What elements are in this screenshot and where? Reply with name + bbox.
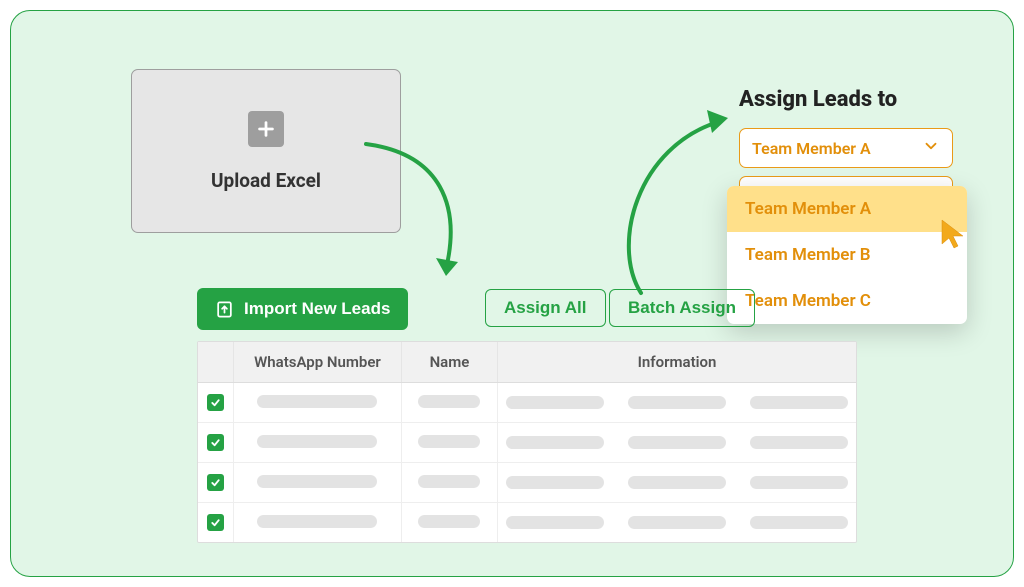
placeholder-pill	[418, 475, 480, 488]
table-header-whatsapp: WhatsApp Number	[234, 342, 402, 383]
assign-leads-title: Assign Leads to	[739, 87, 897, 112]
dropdown-option-c[interactable]: Team Member C	[727, 278, 967, 324]
upload-excel-dropzone[interactable]: Upload Excel	[131, 69, 401, 233]
info-cell	[506, 436, 848, 449]
placeholder-pill	[506, 436, 604, 449]
table-header-information: Information	[498, 342, 857, 383]
upload-label: Upload Excel	[211, 169, 321, 192]
table-row	[198, 503, 856, 543]
dropdown-option-a[interactable]: Team Member A	[727, 186, 967, 232]
assign-all-button[interactable]: Assign All	[485, 289, 606, 327]
placeholder-pill	[257, 435, 377, 448]
leads-table: WhatsApp Number Name Information	[197, 341, 857, 543]
info-cell	[506, 516, 848, 529]
placeholder-pill	[750, 436, 848, 449]
placeholder-pill	[418, 435, 480, 448]
assign-select-value: Team Member A	[752, 139, 871, 158]
import-button-label: Import New Leads	[244, 299, 390, 319]
placeholder-pill	[628, 516, 726, 529]
placeholder-pill	[257, 475, 377, 488]
placeholder-pill	[418, 515, 480, 528]
upload-file-icon	[215, 300, 234, 319]
placeholder-pill	[506, 516, 604, 529]
placeholder-pill	[257, 515, 377, 528]
plus-icon	[248, 111, 284, 147]
placeholder-pill	[628, 476, 726, 489]
placeholder-pill	[750, 516, 848, 529]
placeholder-pill	[506, 476, 604, 489]
placeholder-pill	[628, 396, 726, 409]
table-row	[198, 423, 856, 463]
info-cell	[506, 476, 848, 489]
table-header-checkbox	[198, 342, 234, 383]
placeholder-pill	[750, 476, 848, 489]
app-canvas: Upload Excel Import New Leads Assign Lea…	[10, 10, 1014, 577]
placeholder-pill	[628, 436, 726, 449]
chevron-down-icon	[922, 137, 940, 159]
placeholder-pill	[257, 395, 377, 408]
table-row	[198, 463, 856, 503]
info-cell	[506, 396, 848, 409]
batch-assign-button[interactable]: Batch Assign	[609, 289, 755, 327]
table-header-name: Name	[401, 342, 497, 383]
row-checkbox[interactable]	[207, 474, 224, 491]
placeholder-pill	[418, 395, 480, 408]
import-new-leads-button[interactable]: Import New Leads	[197, 288, 408, 330]
assign-dropdown-menu: Team Member A Team Member B Team Member …	[727, 186, 967, 324]
dropdown-option-b[interactable]: Team Member B	[727, 232, 967, 278]
row-checkbox[interactable]	[207, 514, 224, 531]
table-row	[198, 383, 856, 423]
assign-team-member-select[interactable]: Team Member A	[739, 128, 953, 168]
row-checkbox[interactable]	[207, 394, 224, 411]
placeholder-pill	[506, 396, 604, 409]
placeholder-pill	[750, 396, 848, 409]
row-checkbox[interactable]	[207, 434, 224, 451]
